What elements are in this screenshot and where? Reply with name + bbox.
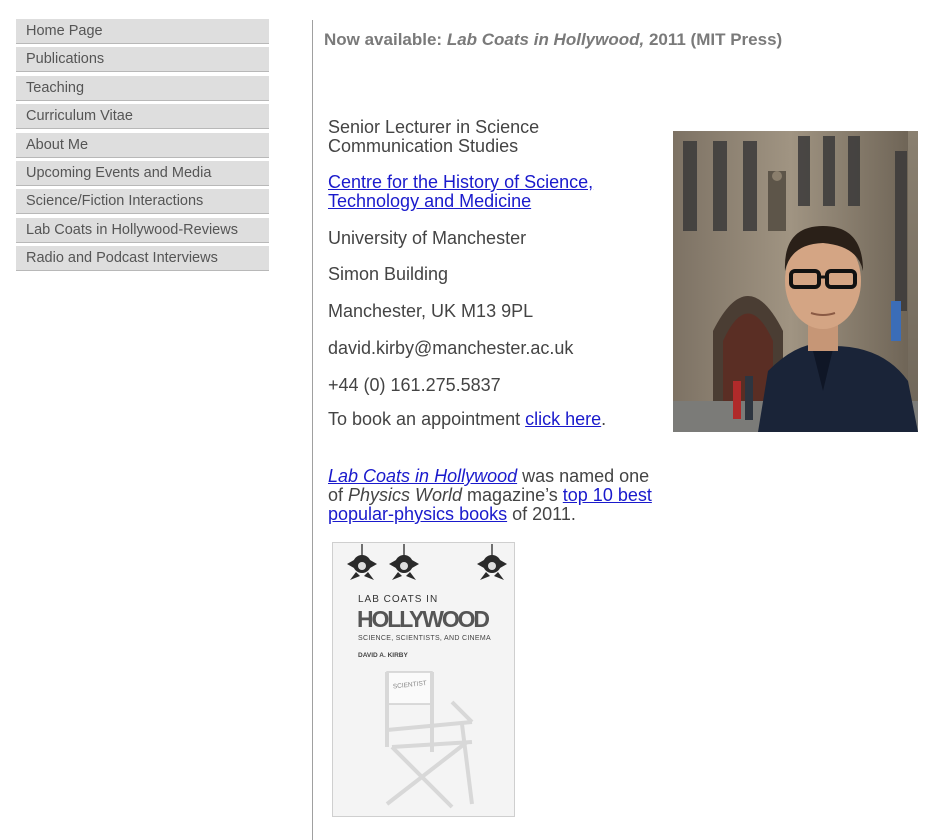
- award-text-2: magazine’s: [462, 485, 563, 505]
- nav-item-publications[interactable]: Publications: [16, 47, 269, 73]
- cover-author: DAVID A. KIRBY: [358, 652, 409, 659]
- centre-link[interactable]: Centre for the History of Science, Techn…: [328, 172, 593, 211]
- appointment-text: To book an appointment: [328, 409, 526, 429]
- cover-subtitle: SCIENCE, SCIENTISTS, AND CINEMA: [358, 635, 491, 642]
- email: david.kirby@manchester.ac.uk: [328, 338, 574, 358]
- content-divider: [312, 20, 313, 840]
- award-text-3: of 2011.: [507, 504, 576, 524]
- book-cover-image[interactable]: LAB COATS IN HOLLYWOOD SCIENCE, SCIENTIS…: [332, 542, 515, 817]
- contact-info: Senior Lecturer in Science Communication…: [328, 118, 628, 429]
- award-note: Lab Coats in Hollywood was named one of …: [328, 467, 663, 524]
- appointment-link[interactable]: click here: [525, 409, 601, 429]
- book-link[interactable]: Lab Coats in Hollywood: [328, 466, 517, 486]
- sidebar-nav: Home Page Publications Teaching Curricul…: [16, 19, 269, 275]
- nav-item-science-fiction[interactable]: Science/Fiction Interactions: [16, 189, 269, 215]
- magazine-name: Physics World: [348, 485, 463, 505]
- nav-item-upcoming-events[interactable]: Upcoming Events and Media: [16, 160, 269, 186]
- university: University of Manchester: [328, 228, 527, 248]
- phone: +44 (0) 161.275.5837: [328, 375, 501, 395]
- nav-item-home-page[interactable]: Home Page: [16, 19, 269, 44]
- position-title: Senior Lecturer in Science Communication…: [328, 117, 540, 156]
- availability-banner: Now available: Lab Coats in Hollywood, 2…: [324, 30, 782, 50]
- cover-line1: LAB COATS IN: [358, 594, 438, 605]
- nav-item-teaching[interactable]: Teaching: [16, 75, 269, 101]
- address: Manchester, UK M13 9PL: [328, 301, 534, 321]
- nav-item-about-me[interactable]: About Me: [16, 132, 269, 158]
- portrait-photo: [673, 131, 918, 432]
- cover-line2: HOLLYWOOD: [357, 606, 491, 632]
- banner-prefix: Now available:: [324, 30, 447, 49]
- appointment-end: .: [601, 409, 607, 429]
- banner-book-title: Lab Coats in Hollywood,: [446, 30, 645, 49]
- nav-item-radio-podcast[interactable]: Radio and Podcast Interviews: [16, 246, 269, 272]
- building: Simon Building: [328, 264, 449, 284]
- nav-item-curriculum-vitae[interactable]: Curriculum Vitae: [16, 104, 269, 130]
- banner-suffix: 2011 (MIT Press): [644, 30, 783, 49]
- nav-item-lab-coats-reviews[interactable]: Lab Coats in Hollywood-Reviews: [16, 217, 269, 243]
- appointment-line: To book an appointment click here.: [328, 410, 628, 429]
